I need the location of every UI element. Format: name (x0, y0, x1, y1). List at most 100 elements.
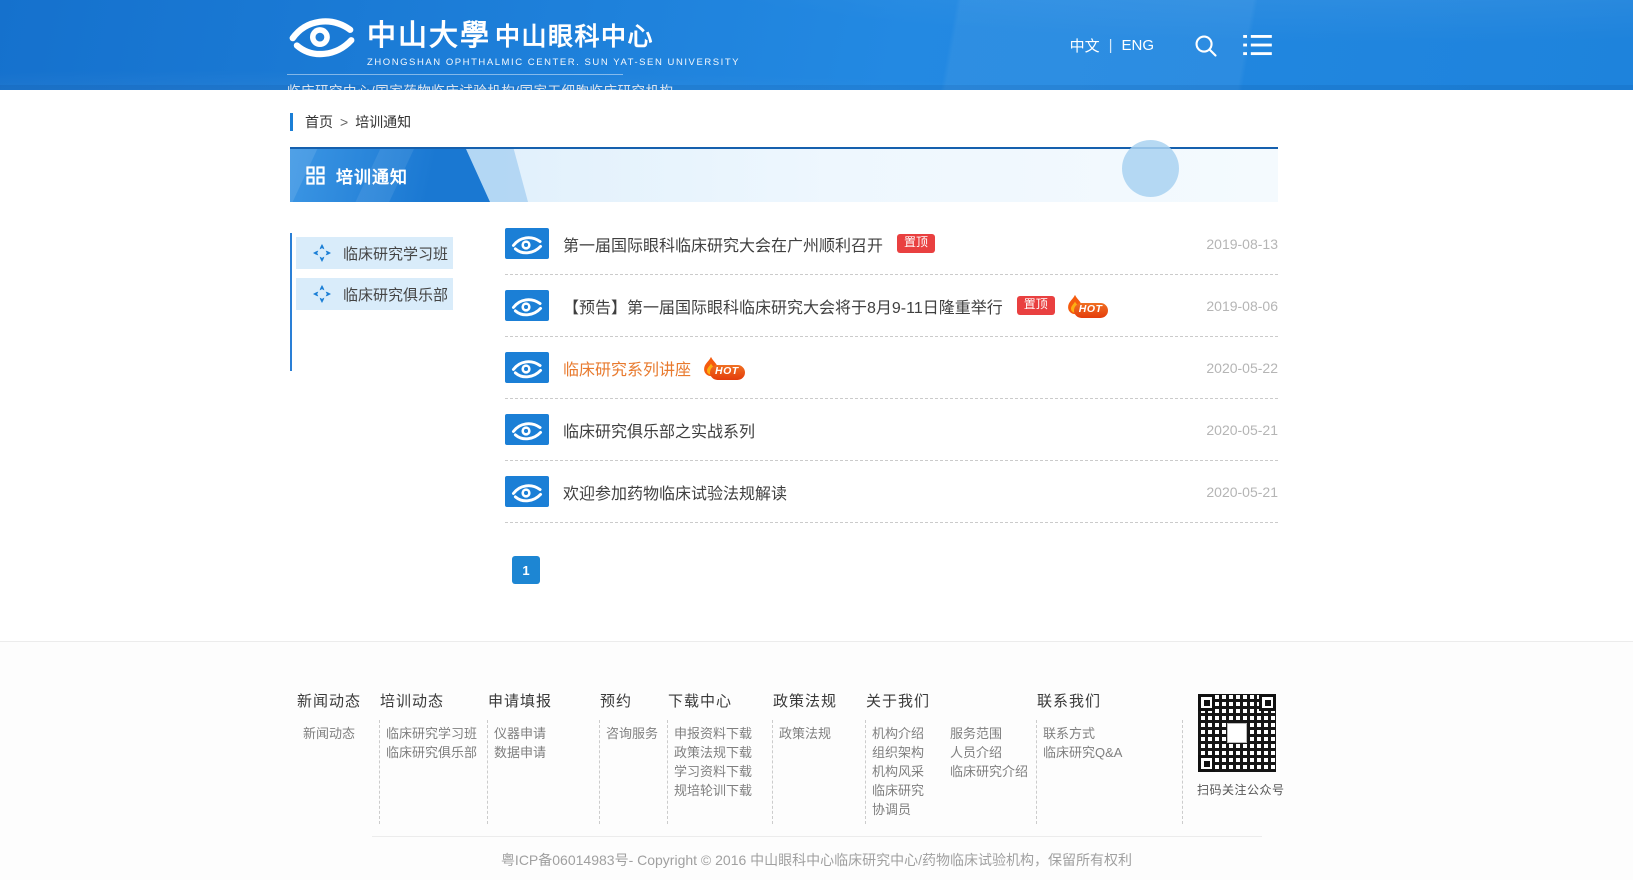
footer-link[interactable]: 规培轮训下载 (674, 783, 752, 798)
pagination: 1 (505, 556, 1278, 584)
sidebar-item[interactable]: 临床研究学习班 (296, 237, 453, 269)
footer-column: 新闻动态新闻动态 (297, 690, 380, 822)
sidebar-item[interactable]: 临床研究俱乐部 (296, 278, 453, 310)
notice-link[interactable]: 临床研究系列讲座 (563, 356, 691, 380)
sidebar-accent-line (290, 233, 292, 371)
footer-link[interactable]: 临床研究学习班 (386, 726, 477, 741)
sidebar-list: 临床研究学习班临床研究俱乐部 (296, 237, 453, 310)
lang-cn-link[interactable]: 中文 (1070, 35, 1100, 56)
pagination-page-1[interactable]: 1 (512, 556, 540, 584)
footer-link[interactable]: 申报资料下载 (674, 726, 752, 741)
footer-link[interactable]: 仪器申请 (494, 726, 546, 741)
hot-badge: HOT (1065, 293, 1113, 319)
notice-row: 【预告】第一届国际眼科临床研究大会将于8月9-11日隆重举行置顶 HOT 2019-… (505, 275, 1278, 337)
sidebar-item-label: 临床研究学习班 (343, 243, 448, 264)
notice-date: 2019-08-13 (1206, 236, 1278, 252)
qr-code (1198, 694, 1276, 772)
search-icon[interactable] (1193, 33, 1218, 58)
footer-link[interactable]: 服务范围 (950, 726, 1002, 741)
eye-logo-icon (505, 414, 549, 445)
compass-icon (312, 243, 332, 263)
center-name: 中山眼科中心 (495, 17, 654, 53)
breadcrumb: 首页 > 培训通知 (290, 113, 1633, 131)
qr-block: 扫码关注公众号 (1197, 690, 1277, 822)
footer-column: 培训动态临床研究学习班临床研究俱乐部 (380, 690, 488, 822)
notice-row: 临床研究俱乐部之实战系列 2020-05-21 (505, 399, 1278, 461)
footer-bottom: 粤ICP备06014983号- Copyright © 2016 中山眼科中心临… (372, 836, 1262, 870)
sidebar-item-label: 临床研究俱乐部 (343, 284, 448, 305)
notice-link[interactable]: 第一届国际眼科临床研究大会在广州顺利召开 (563, 232, 883, 256)
footer-link[interactable]: 机构介绍 (872, 726, 924, 741)
sidebar: 临床研究学习班临床研究俱乐部 (290, 213, 453, 584)
footer-link[interactable]: 临床研究协调员 (872, 783, 924, 817)
site-footer: 新闻动态新闻动态培训动态临床研究学习班临床研究俱乐部申请填报仪器申请数据申请预约… (0, 641, 1633, 880)
logo-tagline: 临床研究中心/国家药物临床试验机构/国家干细胞临床研究机构 (287, 74, 623, 90)
footer-column: 联系我们联系方式临床研究Q&A (1037, 690, 1183, 822)
eye-logo-icon (505, 290, 549, 321)
footer-column: 下载中心申报资料下载政策法规下载学习资料下载规培轮训下载 (668, 690, 773, 822)
footer-link[interactable]: 联系方式 (1043, 726, 1095, 741)
footer-link[interactable]: 临床研究介绍 (950, 764, 1028, 779)
notice-date: 2020-05-21 (1206, 484, 1278, 500)
eye-logo-icon (505, 228, 549, 259)
footer-link[interactable]: 组织架构 (872, 745, 924, 760)
notice-row: 临床研究系列讲座 HOT 2020-05-22 (505, 337, 1278, 399)
site-header: 中山大學 中山眼科中心 ZHONGSHAN OPHTHALMIC CENTER.… (0, 0, 1633, 90)
footer-column: 关于我们机构介绍组织架构机构风采临床研究协调员 服务范围人员介绍临床研究介绍 (866, 690, 1037, 822)
lang-separator: | (1109, 37, 1113, 54)
footer-column-title[interactable]: 关于我们 (866, 690, 1037, 711)
footer-column-title[interactable]: 下载中心 (668, 690, 773, 711)
notice-rows: 第一届国际眼科临床研究大会在广州顺利召开置顶2019-08-13【预告】第一届国… (505, 213, 1278, 523)
footer-column-title[interactable]: 申请填报 (488, 690, 600, 711)
notice-row: 欢迎参加药物临床试验法规解读 2020-05-21 (505, 461, 1278, 523)
site-logo[interactable]: 中山大學 中山眼科中心 ZHONGSHAN OPHTHALMIC CENTER.… (287, 12, 740, 90)
menu-icon[interactable] (1243, 35, 1272, 56)
university-name: 中山大學 (367, 12, 491, 54)
footer-column: 预约咨询服务 (600, 690, 668, 822)
footer-column-title[interactable]: 新闻动态 (297, 690, 380, 711)
notice-link[interactable]: 欢迎参加药物临床试验法规解读 (563, 480, 787, 504)
footer-nav: 新闻动态新闻动态培训动态临床研究学习班临床研究俱乐部申请填报仪器申请数据申请预约… (297, 690, 1277, 822)
footer-link[interactable]: 学习资料下载 (674, 764, 752, 779)
page-title: 培训通知 (336, 163, 408, 188)
footer-link[interactable]: 政策法规下载 (674, 745, 752, 760)
pinned-badge: 置顶 (1017, 296, 1055, 314)
footer-column-title[interactable]: 预约 (600, 690, 668, 711)
footer-link[interactable]: 咨询服务 (606, 726, 658, 741)
lang-en-link[interactable]: ENG (1121, 37, 1154, 54)
grid-icon (306, 166, 325, 185)
pinned-badge: 置顶 (897, 234, 935, 252)
notice-date: 2020-05-22 (1206, 360, 1278, 376)
page-title-banner: 培训通知 (290, 147, 1278, 202)
footer-link[interactable]: 临床研究Q&A (1043, 745, 1122, 760)
footer-column-title[interactable]: 培训动态 (380, 690, 488, 711)
footer-link[interactable]: 机构风采 (872, 764, 924, 779)
notice-date: 2020-05-21 (1206, 422, 1278, 438)
center-name-en: ZHONGSHAN OPHTHALMIC CENTER. SUN YAT-SEN… (367, 57, 740, 68)
footer-link[interactable]: 政策法规 (779, 726, 831, 741)
notice-link[interactable]: 【预告】第一届国际眼科临床研究大会将于8月9-11日隆重举行 (563, 294, 1003, 318)
footer-column: 申请填报仪器申请数据申请 (488, 690, 600, 822)
breadcrumb-separator: > (340, 114, 348, 130)
notice-date: 2019-08-06 (1206, 298, 1278, 314)
footer-column-title[interactable]: 政策法规 (773, 690, 866, 711)
footer-column-title[interactable]: 联系我们 (1037, 690, 1183, 711)
notice-list: 第一届国际眼科临床研究大会在广州顺利召开置顶2019-08-13【预告】第一届国… (505, 213, 1278, 584)
eye-logo-icon (505, 352, 549, 383)
notice-link[interactable]: 临床研究俱乐部之实战系列 (563, 418, 755, 442)
eye-logo-icon (287, 12, 367, 63)
page: 中山大學 中山眼科中心 ZHONGSHAN OPHTHALMIC CENTER.… (0, 0, 1633, 880)
notice-row: 第一届国际眼科临床研究大会在广州顺利召开置顶 2019-08-13 (505, 213, 1278, 275)
breadcrumb-current: 培训通知 (355, 114, 411, 130)
eye-logo-icon (505, 476, 549, 507)
footer-column: 政策法规政策法规 (773, 690, 866, 822)
footer-link[interactable]: 新闻动态 (303, 726, 355, 741)
main-content: 临床研究学习班临床研究俱乐部 第一届国际眼科临床研究大会在广州顺利召开置顶201… (290, 213, 1278, 584)
footer-link[interactable]: 数据申请 (494, 745, 546, 760)
breadcrumb-home-link[interactable]: 首页 (305, 114, 333, 130)
footer-link[interactable]: 人员介绍 (950, 745, 1002, 760)
compass-icon (312, 284, 332, 304)
footer-link[interactable]: 临床研究俱乐部 (386, 745, 477, 760)
hot-badge: HOT (701, 355, 749, 381)
qr-caption: 扫码关注公众号 (1197, 781, 1277, 798)
